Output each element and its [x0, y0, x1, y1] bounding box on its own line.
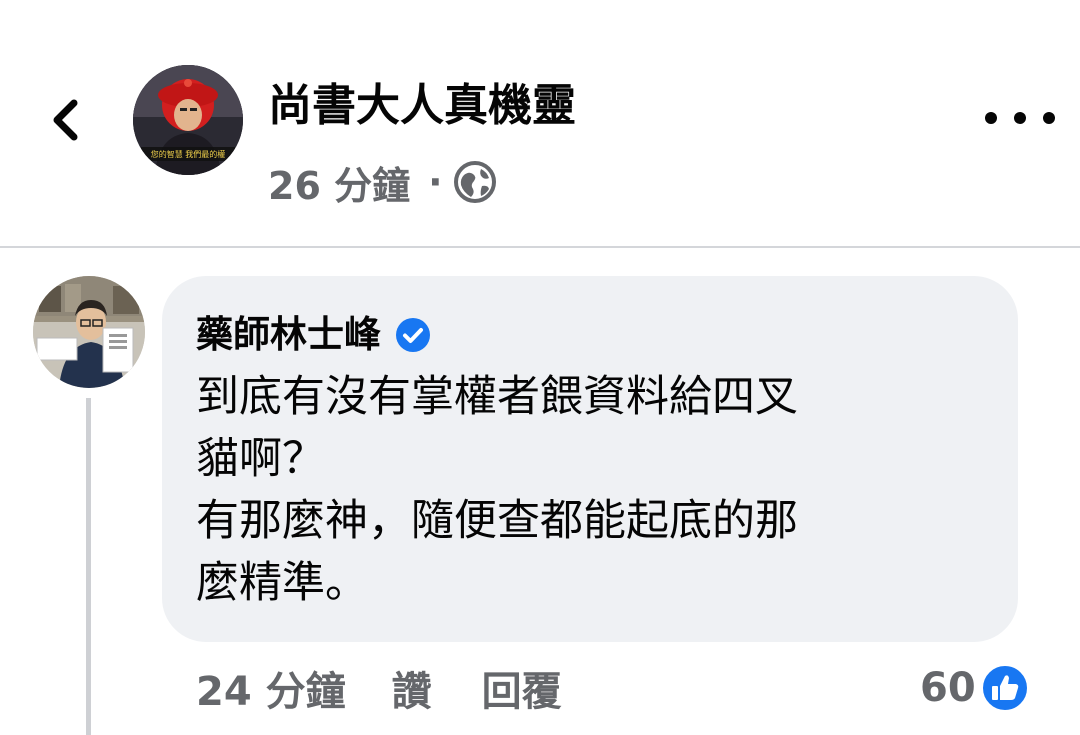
header-divider: [0, 246, 1080, 248]
page-avatar[interactable]: 您的智慧 我們最的權: [133, 65, 243, 175]
comment-actions: 24 分鐘 讚 回覆: [196, 660, 562, 716]
comment-author-row: 藥師林士峰: [196, 310, 431, 360]
post-meta: 26 分鐘 ·: [268, 152, 499, 212]
reaction-summary[interactable]: 60: [920, 660, 1030, 716]
post-time[interactable]: 26 分鐘: [268, 155, 410, 210]
avatar-caption: 您的智慧 我們最的權: [151, 149, 226, 159]
more-options-icon: [985, 112, 997, 124]
back-button[interactable]: [40, 88, 90, 152]
more-options-button[interactable]: [985, 100, 1055, 136]
comment-bubble: 藥師林士峰 到底有沒有掌權者餵資料給四叉 貓啊？ 有那麼神，隨便查都能起底的那 …: [162, 276, 1018, 642]
globe-icon: [453, 161, 496, 203]
reply-button[interactable]: 回覆: [482, 659, 562, 717]
reply-thread-line: [86, 398, 91, 735]
page-name[interactable]: 尚書大人真機靈: [268, 74, 576, 138]
verified-icon: [396, 318, 430, 352]
like-button[interactable]: 讚: [392, 659, 432, 717]
commenter-avatar[interactable]: [33, 276, 145, 388]
comment-time[interactable]: 24 分鐘: [196, 659, 346, 717]
more-options-icon: [1014, 112, 1026, 124]
comment-text: 到底有沒有掌權者餵資料給四叉 貓啊？ 有那麼神，隨便查都能起底的那 麼精準。: [196, 372, 798, 608]
post-header: 您的智慧 我們最的權 尚書大人真機靈 26 分鐘 ·: [0, 0, 1080, 246]
like-icon: [980, 664, 1029, 712]
comment-author-name[interactable]: 藥師林士峰: [196, 310, 381, 360]
reaction-count: 60: [920, 665, 976, 711]
meta-separator: ·: [428, 160, 443, 204]
chevron-left-icon: [53, 99, 78, 141]
more-options-icon: [1043, 112, 1055, 124]
